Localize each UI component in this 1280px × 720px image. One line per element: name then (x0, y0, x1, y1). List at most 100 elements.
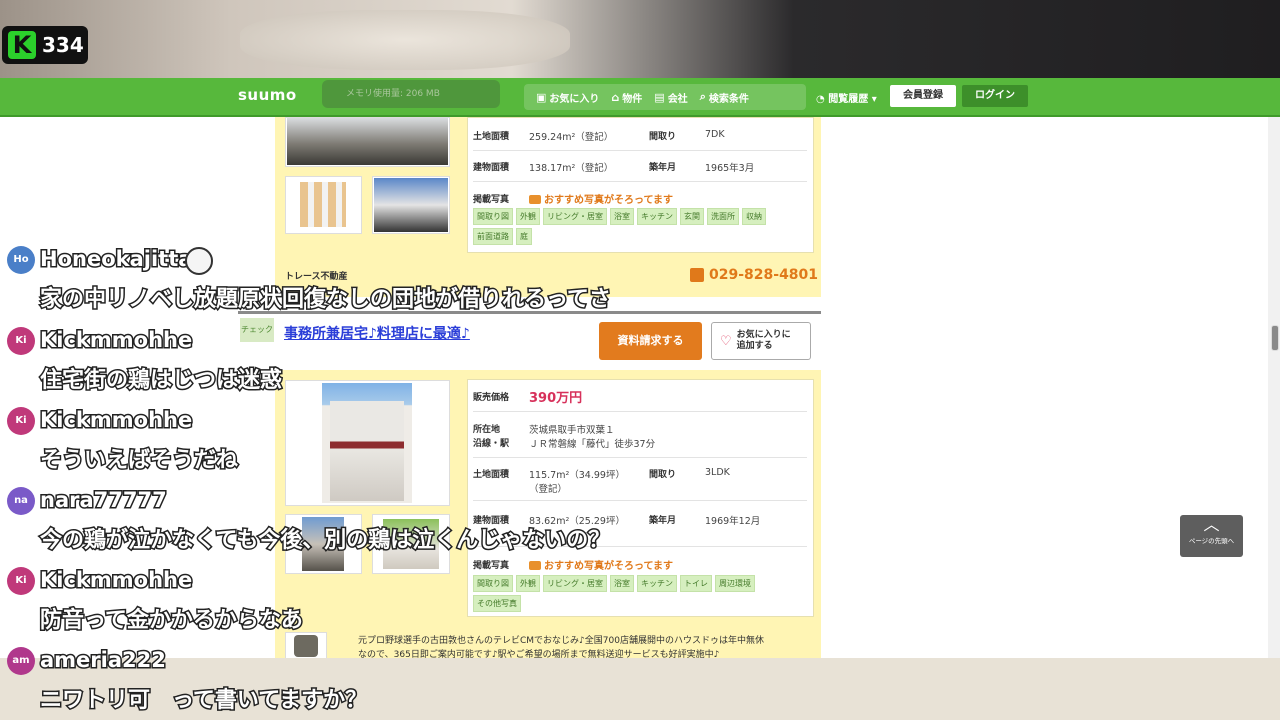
photo-tag[interactable]: その他写真 (473, 595, 521, 612)
photos-label: 掲載写真 (473, 561, 510, 571)
register-button[interactable]: 会員登録 (890, 85, 956, 107)
exterior-image (374, 178, 448, 232)
bird-icon (185, 247, 213, 275)
comment-message: ニワトリ可 って書いてますか？ (38, 687, 368, 715)
avatar: Ho (7, 246, 35, 274)
comment-author: Kickmmohhe (38, 407, 193, 434)
browsing-history[interactable]: ◔ 閲覧履歴 ▾ (816, 90, 877, 105)
back-to-top-label: ページの先頭へ (1188, 537, 1235, 545)
nav-search-conditions[interactable]: ⌕ 検索条件 (700, 90, 749, 105)
listing1-floorplan-thumb[interactable] (285, 176, 362, 234)
built-label: 築年月 (649, 163, 677, 173)
comment-message: 家の中リノベし放題原状回復なしの団地が借りれるってさ (39, 286, 613, 314)
station-label: 沿線・駅 (473, 439, 510, 449)
listing2-title[interactable]: 事務所兼居宅♪料理店に最適♪ (284, 323, 470, 343)
camera-icon (529, 195, 541, 204)
land-area-value: 259.24m²（登記） (529, 132, 614, 143)
comment-message: 今の鶏が泣かなくても今後、別の鶏は泣くんじゃないの？ (38, 527, 611, 555)
divider (473, 457, 807, 458)
photos-note-text: おすすめ写真がそろってます (544, 561, 673, 572)
photos-note: おすすめ写真がそろってます (529, 557, 673, 572)
viewer-count: 334 (42, 33, 84, 57)
building-area-value: 138.17m²（登記） (529, 163, 614, 174)
avatar: na (7, 487, 35, 515)
nav-search-label: 検索条件 (708, 93, 749, 105)
fav-line1: お気に入りに (736, 330, 791, 340)
camera-icon (529, 561, 541, 570)
comment-author: Honeokajitta (38, 246, 193, 273)
listing1-main-photo[interactable] (285, 117, 450, 167)
listing2-photo-tags: 間取り図 外観 リビング・居室 浴室 キッチン トイレ 周辺環境 その他写真 (473, 575, 803, 612)
photo-tag[interactable]: 浴室 (610, 208, 634, 225)
heart-box-icon: ▣ (536, 90, 547, 104)
nav-companies[interactable]: ▤ 会社 (654, 90, 687, 105)
layout-label: 間取り (649, 132, 677, 142)
staff-image (294, 635, 318, 657)
land-area-label: 土地面積 (473, 470, 510, 480)
phone-text: 029-828-4801 (709, 267, 819, 283)
comment-author: Kickmmohhe (38, 327, 193, 354)
avatar: Ki (7, 327, 35, 355)
add-favorite-button[interactable]: ♡ お気に入りに 追加する (711, 322, 811, 360)
phone-icon (690, 268, 704, 282)
site-navbar: suumo メモリ使用量: 206 MB ▣ お気に入り ⌂ 物件 ▤ 会社 ⌕ 検索条… (0, 78, 1280, 117)
stream-logo-icon: K (8, 31, 36, 59)
history-label: 閲覧履歴 (828, 94, 869, 105)
nav-properties[interactable]: ⌂ 物件 (611, 90, 642, 105)
comment-message: 防音って金かかるからなあ (39, 607, 305, 635)
avatar: am (7, 647, 35, 675)
scrollbar-thumb[interactable] (1271, 325, 1279, 351)
listing1-exterior-thumb[interactable] (372, 176, 450, 234)
request-info-button[interactable]: 資料請求する (599, 322, 702, 360)
photos-label: 掲載写真 (473, 195, 510, 205)
land-area-value: 115.7m²（34.99坪） (529, 470, 625, 481)
listing2-main-photo[interactable] (285, 380, 450, 506)
login-button[interactable]: ログイン (962, 85, 1028, 107)
photo-tag[interactable]: キッチン (637, 208, 677, 225)
nav-favorites[interactable]: ▣ お気に入り (536, 90, 599, 105)
back-to-top-button[interactable]: ︿ ページの先頭へ (1180, 515, 1243, 557)
promo-line1: 元プロ野球選手の古田敦也さんのテレビCMでおなじみ♪全国700店舗展開中のハウス… (358, 636, 764, 646)
location-value: 茨城県取手市双葉１ (529, 425, 615, 436)
house-icon: ⌂ (611, 90, 620, 104)
nav-companies-label: 会社 (667, 93, 688, 105)
photo-tag[interactable]: 庭 (516, 228, 532, 245)
photo-tag[interactable]: 間取り図 (473, 208, 513, 225)
photo-tag[interactable]: リビング・居室 (543, 208, 607, 225)
webcam-feed (0, 0, 1280, 78)
photo-tag[interactable]: トイレ (680, 575, 712, 592)
photo-tag[interactable]: 洗面所 (707, 208, 739, 225)
photo-tag[interactable]: 収納 (742, 208, 766, 225)
photo-tag[interactable]: 外観 (516, 208, 540, 225)
photo-tag[interactable]: リビング・居室 (543, 575, 607, 592)
memory-usage: メモリ使用量: 206 MB (322, 80, 500, 108)
photo-tag[interactable]: 外観 (516, 575, 540, 592)
webcam-fabric (240, 10, 570, 70)
comment-author: ameria222 (39, 647, 168, 674)
viewer-count-badge: K 334 (2, 26, 88, 64)
suumo-logo[interactable]: suumo (238, 86, 297, 104)
photos-note: おすすめ写真がそろってます (529, 191, 673, 206)
photo-tag[interactable]: 前面道路 (473, 228, 513, 245)
comment-message: 住宅街の鶏はじつは迷惑 (38, 367, 283, 395)
building-area-label: 建物面積 (473, 163, 510, 173)
photo-tag[interactable]: キッチン (637, 575, 677, 592)
photo-tag[interactable]: 周辺環境 (715, 575, 755, 592)
nav-properties-label: 物件 (622, 93, 643, 105)
photo-tag[interactable]: 間取り図 (473, 575, 513, 592)
house-photo-image (330, 401, 404, 501)
layout-label: 間取り (649, 470, 677, 480)
photos-note-text: おすすめ写真がそろってます (544, 195, 673, 206)
phone-number[interactable]: 029-828-4801 (690, 267, 818, 283)
price-value: 390万円 (529, 391, 583, 406)
built-label: 築年月 (649, 516, 677, 526)
chevron-up-icon: ︿ (1203, 515, 1220, 534)
photo-tag[interactable]: 玄関 (680, 208, 704, 225)
photo-tag[interactable]: 浴室 (610, 575, 634, 592)
divider (473, 411, 807, 412)
building-icon: ▤ (654, 90, 665, 104)
check-badge[interactable]: チェック (240, 318, 274, 342)
page-scrollbar[interactable] (1268, 117, 1280, 660)
avatar: Ki (7, 567, 35, 595)
nav-group: ▣ お気に入り ⌂ 物件 ▤ 会社 ⌕ 検索条件 (524, 84, 806, 110)
